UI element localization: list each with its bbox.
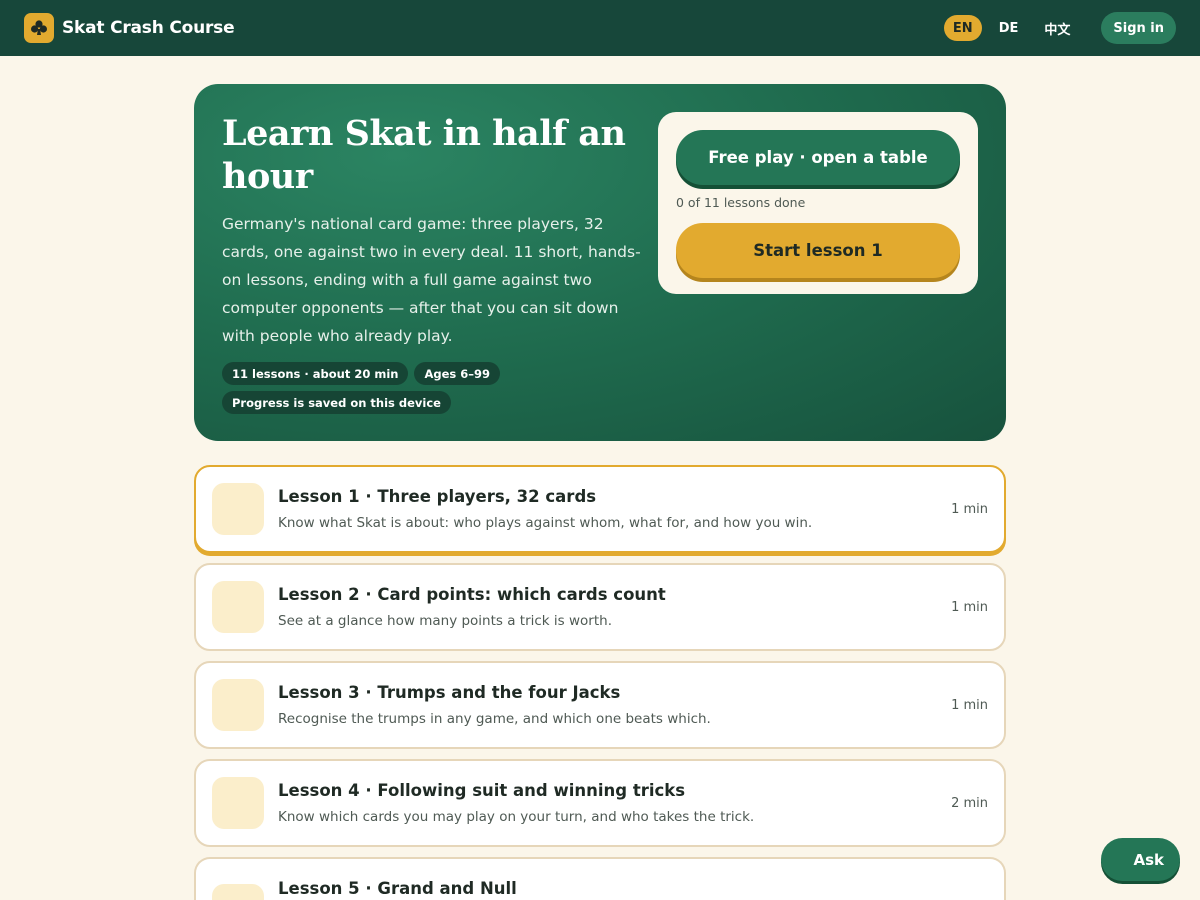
header-actions: EN DE 中文 Sign in	[943, 12, 1176, 44]
ask-button[interactable]: Ask	[1101, 838, 1180, 881]
lesson-duration: 1 min	[951, 698, 988, 713]
lesson-card-3[interactable]: Lesson 3 · Trumps and the four Jacks Rec…	[194, 661, 1006, 749]
chip-progress-saved: Progress is saved on this device	[222, 391, 451, 414]
lesson-description: Recognise the trumps in any game, and wh…	[278, 711, 711, 727]
language-de-button[interactable]: DE	[990, 15, 1028, 41]
lesson-card-1[interactable]: Lesson 1 · Three players, 32 cards Know …	[194, 465, 1006, 553]
lesson-title: Lesson 3 · Trumps and the four Jacks	[278, 683, 621, 702]
sign-in-button[interactable]: Sign in	[1101, 12, 1176, 44]
language-en-button[interactable]: EN	[943, 15, 982, 41]
hero-chips: 11 lessons · about 20 min Ages 6–99 Prog…	[222, 362, 642, 414]
top-bar: Skat Crash Course EN DE 中文 Sign in	[0, 0, 1200, 56]
language-zh-button[interactable]: 中文	[1035, 15, 1079, 41]
lesson-duration: 1 min	[951, 502, 988, 517]
lesson-card-5[interactable]: Lesson 5 · Grand and Null	[194, 857, 1006, 900]
lesson-progress-text: 0 of 11 lessons done	[676, 195, 806, 210]
hero-title: Learn Skat in half an hour	[222, 113, 626, 197]
lesson-duration: 2 min	[951, 796, 988, 811]
hero-panel: Learn Skat in half an hour Germany's nat…	[194, 84, 1006, 441]
start-lesson-button[interactable]: Start lesson 1	[676, 223, 960, 278]
brand-title: Skat Crash Course	[62, 18, 235, 38]
lesson-title: Lesson 5 · Grand and Null	[278, 879, 517, 898]
free-play-button[interactable]: Free play · open a table	[676, 130, 960, 185]
lesson-card-4[interactable]: Lesson 4 · Following suit and winning tr…	[194, 759, 1006, 847]
lesson-title: Lesson 2 · Card points: which cards coun…	[278, 585, 666, 604]
lesson-icon	[212, 777, 264, 829]
lesson-title: Lesson 1 · Three players, 32 cards	[278, 487, 597, 506]
chip-lessons-duration: 11 lessons · about 20 min	[222, 362, 409, 385]
hero-description: Germany's national card game: three play…	[222, 215, 641, 345]
brand[interactable]: Skat Crash Course	[24, 13, 235, 43]
lesson-description: Know which cards you may play on your tu…	[278, 809, 755, 825]
lesson-card-2[interactable]: Lesson 2 · Card points: which cards coun…	[194, 563, 1006, 651]
lesson-icon	[212, 679, 264, 731]
lesson-icon	[212, 581, 264, 633]
lesson-title: Lesson 4 · Following suit and winning tr…	[278, 781, 686, 800]
action-card: Free play · open a table 0 of 11 lessons…	[658, 112, 978, 294]
lesson-icon	[212, 483, 264, 535]
club-suit-icon	[24, 13, 54, 43]
lesson-description: Know what Skat is about: who plays again…	[278, 515, 813, 531]
lesson-duration: 1 min	[951, 600, 988, 615]
lesson-description: See at a glance how many points a trick …	[278, 613, 612, 629]
lesson-icon	[212, 884, 264, 900]
chip-ages: Ages 6–99	[414, 362, 500, 385]
